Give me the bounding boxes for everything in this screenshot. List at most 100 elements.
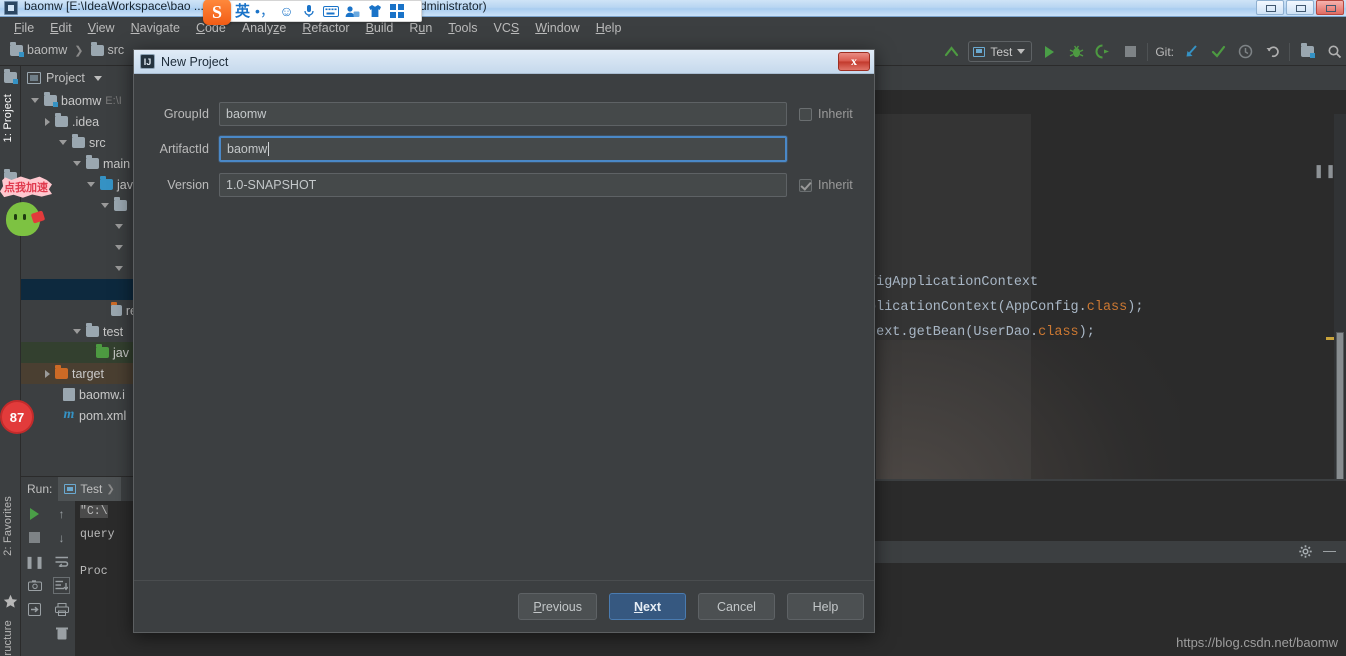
ime-keyboard-icon[interactable] bbox=[321, 2, 340, 21]
expand-arrow-icon[interactable] bbox=[115, 245, 123, 250]
run-tab-test[interactable]: Test ❯ bbox=[58, 477, 121, 501]
collapse-arrow-icon[interactable] bbox=[45, 117, 50, 126]
tree-item-test[interactable]: test bbox=[21, 321, 139, 342]
window-minimize-button[interactable] bbox=[1256, 0, 1284, 15]
expand-arrow-icon[interactable] bbox=[59, 140, 67, 145]
run-icon bbox=[1044, 45, 1054, 58]
version-inherit-checkbox[interactable]: Inherit bbox=[799, 178, 853, 192]
ime-emoji-icon[interactable]: ☺ bbox=[277, 2, 296, 21]
checkbox-icon[interactable] bbox=[799, 107, 812, 121]
menu-window[interactable]: Window bbox=[527, 19, 587, 37]
help-button[interactable]: Help bbox=[787, 593, 864, 620]
trash-icon[interactable] bbox=[54, 626, 69, 641]
collapse-arrow-icon[interactable] bbox=[45, 369, 50, 378]
ad-overlay[interactable]: 点我加速 87 bbox=[0, 168, 56, 434]
update-project-icon[interactable] bbox=[941, 42, 961, 62]
expand-arrow-icon[interactable] bbox=[73, 329, 81, 334]
groupid-value: baomw bbox=[226, 107, 267, 121]
ad-bubble-label[interactable]: 点我加速 bbox=[0, 176, 52, 198]
up-arrow-icon[interactable]: ↑ bbox=[54, 506, 69, 521]
debug-button[interactable] bbox=[1066, 42, 1086, 62]
expand-arrow-icon[interactable] bbox=[101, 203, 109, 208]
chevron-down-icon[interactable] bbox=[93, 75, 102, 81]
expand-arrow-icon[interactable] bbox=[115, 266, 123, 271]
menu-help[interactable]: Help bbox=[588, 19, 630, 37]
scroll-to-end-icon[interactable] bbox=[53, 577, 70, 594]
tree-item-iml[interactable]: baomw.i bbox=[21, 384, 139, 405]
stop-icon[interactable] bbox=[27, 530, 42, 545]
git-revert-button[interactable] bbox=[1262, 42, 1282, 62]
tree-item-label: baomw.i bbox=[79, 387, 125, 402]
menu-file[interactable]: File bbox=[6, 19, 42, 37]
ime-skin-icon[interactable] bbox=[365, 2, 384, 21]
tree-item-pom[interactable]: m pom.xml bbox=[21, 405, 139, 426]
artifactid-input[interactable]: baomw bbox=[219, 136, 787, 162]
editor-warning-marker[interactable] bbox=[1326, 337, 1334, 340]
tree-item-resources[interactable]: re bbox=[21, 300, 139, 321]
scrollbar-thumb[interactable] bbox=[1336, 332, 1344, 480]
previous-button[interactable]: Previous bbox=[518, 593, 597, 620]
gear-icon[interactable] bbox=[1299, 545, 1312, 561]
source-folder-icon bbox=[100, 176, 113, 190]
camera-icon[interactable] bbox=[27, 578, 42, 593]
window-close-button[interactable] bbox=[1316, 0, 1344, 15]
run-console-output[interactable]: "C:\ query Proc bbox=[75, 501, 139, 656]
sogou-ime-toolbar[interactable]: S 英 •， ☺ bbox=[203, 0, 422, 25]
menu-navigate[interactable]: Navigate bbox=[123, 19, 188, 37]
next-button[interactable]: Next bbox=[609, 593, 686, 620]
soft-wrap-icon[interactable] bbox=[54, 554, 69, 569]
breadcrumb-item-baomw[interactable]: baomw bbox=[6, 41, 71, 58]
menu-view[interactable]: View bbox=[80, 19, 123, 37]
run-button[interactable] bbox=[1039, 42, 1059, 62]
ime-user-icon[interactable] bbox=[343, 2, 362, 21]
tree-item-src[interactable]: src bbox=[21, 132, 139, 153]
sogou-logo-icon[interactable]: S bbox=[203, 0, 231, 25]
tree-item-baomw[interactable]: baomw E:\I bbox=[21, 90, 139, 111]
export-icon[interactable] bbox=[27, 602, 42, 617]
breadcrumb-separator-icon: ❯ bbox=[74, 44, 84, 57]
menu-edit[interactable]: Edit bbox=[42, 19, 80, 37]
window-maximize-button[interactable] bbox=[1286, 0, 1314, 15]
stop-button[interactable] bbox=[1120, 42, 1140, 62]
git-history-button[interactable] bbox=[1235, 42, 1255, 62]
intellij-icon: IJ bbox=[140, 54, 155, 69]
groupid-inherit-checkbox[interactable]: Inherit bbox=[799, 107, 853, 121]
pause-output-icon[interactable]: ❚❚ bbox=[24, 554, 44, 569]
git-update-button[interactable] bbox=[1181, 42, 1201, 62]
sidebar-item-structure[interactable]: 7: Structure bbox=[2, 620, 14, 656]
tree-item-selected[interactable] bbox=[21, 279, 139, 300]
expand-arrow-icon[interactable] bbox=[87, 182, 95, 187]
run-configuration-selector[interactable]: Test bbox=[968, 41, 1033, 62]
tree-item-target[interactable]: target bbox=[21, 363, 139, 384]
run-with-coverage-button[interactable] bbox=[1093, 42, 1113, 62]
project-structure-button[interactable] bbox=[1297, 42, 1317, 62]
cancel-button[interactable]: Cancel bbox=[698, 593, 775, 620]
expand-arrow-icon[interactable] bbox=[31, 98, 39, 103]
rerun-icon[interactable] bbox=[27, 506, 42, 521]
maven-file-icon: m bbox=[63, 407, 75, 422]
tree-item-test-java[interactable]: jav bbox=[21, 342, 139, 363]
sidebar-item-project[interactable]: 1: Project bbox=[2, 94, 14, 142]
hide-panel-icon[interactable]: — bbox=[1323, 544, 1336, 558]
ime-voice-icon[interactable] bbox=[299, 2, 318, 21]
menu-tools[interactable]: Tools bbox=[440, 19, 485, 37]
tree-item-idea[interactable]: .idea bbox=[21, 111, 139, 132]
version-input[interactable]: 1.0-SNAPSHOT bbox=[219, 173, 787, 197]
down-arrow-icon[interactable]: ↓ bbox=[54, 530, 69, 545]
ime-punctuation-icon[interactable]: •， bbox=[255, 2, 274, 21]
expand-arrow-icon[interactable] bbox=[73, 161, 81, 166]
ad-badge-count[interactable]: 87 bbox=[0, 400, 34, 434]
ime-mode-chinese-icon[interactable]: 英 bbox=[233, 2, 252, 21]
ime-toolbox-icon[interactable] bbox=[387, 2, 406, 21]
checkbox-checked-icon[interactable] bbox=[799, 178, 812, 192]
search-button[interactable] bbox=[1324, 42, 1344, 62]
breadcrumb-item-src[interactable]: src bbox=[87, 41, 129, 58]
menu-vcs[interactable]: VCS bbox=[486, 19, 528, 37]
project-panel-header[interactable]: Project bbox=[21, 66, 139, 90]
dialog-close-button[interactable]: x bbox=[838, 52, 870, 71]
git-commit-button[interactable] bbox=[1208, 42, 1228, 62]
print-icon[interactable] bbox=[54, 602, 69, 617]
expand-arrow-icon[interactable] bbox=[115, 224, 123, 229]
groupid-input[interactable]: baomw bbox=[219, 102, 787, 126]
sidebar-item-favorites[interactable]: 2: Favorites bbox=[2, 496, 14, 556]
